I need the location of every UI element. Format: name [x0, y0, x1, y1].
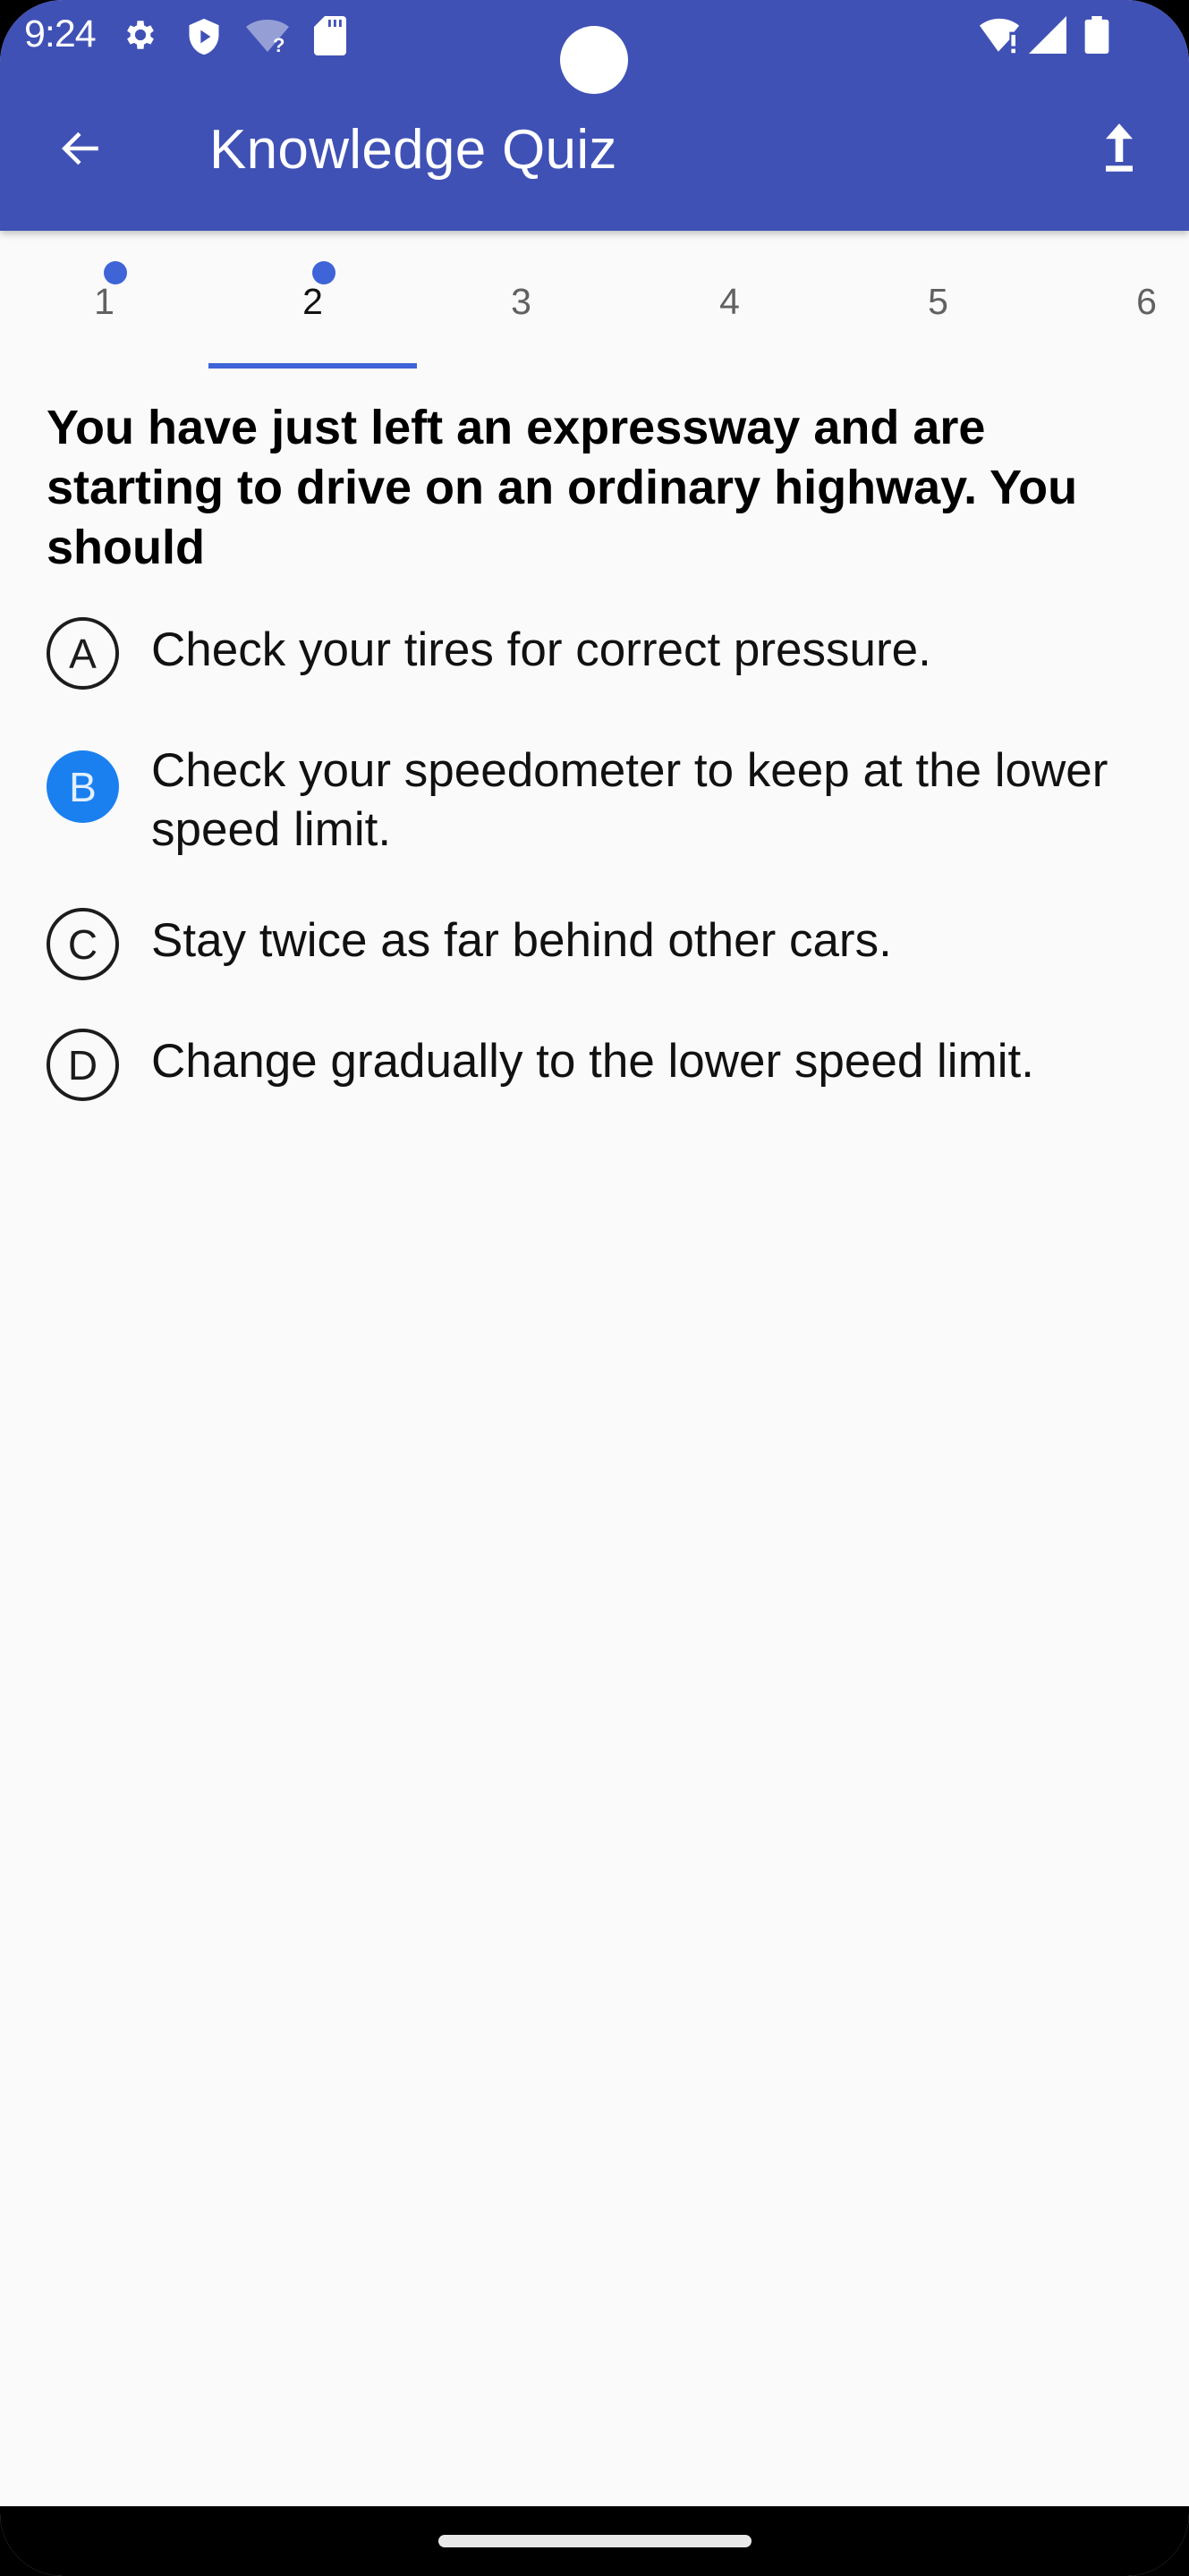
back-button[interactable] — [41, 114, 122, 186]
sd-card-icon — [313, 16, 347, 60]
tab-label: 5 — [928, 281, 948, 322]
option-b[interactable]: B Check your speedometer to keep at the … — [0, 738, 1189, 860]
option-text: Stay twice as far behind other cars. — [151, 914, 892, 967]
option-letter-badge: D — [47, 1029, 119, 1101]
submit-button[interactable] — [1079, 113, 1159, 188]
gear-icon — [122, 16, 159, 58]
option-letter-badge: C — [47, 908, 119, 980]
arrow-left-icon — [57, 126, 106, 175]
option-letter-badge: A — [47, 617, 119, 690]
wifi-alert-icon — [980, 16, 1024, 58]
upload-icon — [1106, 123, 1133, 178]
question-tabs: 1 2 3 4 5 6 — [0, 231, 1189, 372]
camera-cutout — [560, 26, 628, 94]
tab-question-3[interactable]: 3 — [417, 231, 625, 372]
tab-question-5[interactable]: 5 — [834, 231, 1042, 372]
tab-question-2[interactable]: 2 — [208, 231, 417, 372]
top-app-bar: 9:24 ? Knowledge Quiz — [0, 0, 1189, 231]
option-c[interactable]: C Stay twice as far behind other cars. — [0, 908, 1189, 980]
battery-icon — [1084, 16, 1109, 58]
tab-label: 2 — [302, 281, 323, 322]
option-d[interactable]: D Change gradually to the lower speed li… — [0, 1029, 1189, 1101]
tab-label: 6 — [1136, 281, 1157, 322]
tab-label: 3 — [511, 281, 531, 322]
active-tab-indicator — [208, 363, 417, 369]
cell-signal-icon — [1029, 16, 1066, 58]
wifi-unknown-icon: ? — [245, 16, 290, 60]
tab-label: 1 — [94, 281, 115, 322]
shield-play-icon — [184, 16, 224, 62]
answer-options: A Check your tires for correct pressure.… — [0, 617, 1189, 1149]
svg-text:?: ? — [273, 34, 285, 55]
screen: 9:24 ? Knowledge Quiz 1 2 3 4 5 6 You ha… — [0, 0, 1189, 2576]
option-text: Check your tires for correct pressure. — [151, 623, 931, 676]
option-a[interactable]: A Check your tires for correct pressure. — [0, 617, 1189, 690]
option-text: Change gradually to the lower speed limi… — [151, 1035, 1034, 1088]
tab-question-6[interactable]: 6 — [1042, 231, 1189, 372]
tab-question-1[interactable]: 1 — [0, 231, 208, 372]
page-title: Knowledge Quiz — [209, 119, 617, 181]
tab-question-4[interactable]: 4 — [625, 231, 834, 372]
system-nav-bar — [0, 2506, 1189, 2576]
option-letter-badge: B — [47, 750, 119, 823]
question-text: You have just left an expressway and are… — [47, 401, 1078, 574]
home-gesture-handle[interactable] — [438, 2535, 752, 2547]
option-text: Check your speedometer to keep at the lo… — [151, 744, 1108, 856]
status-time: 9:24 — [24, 13, 97, 55]
tab-label: 4 — [719, 281, 740, 322]
